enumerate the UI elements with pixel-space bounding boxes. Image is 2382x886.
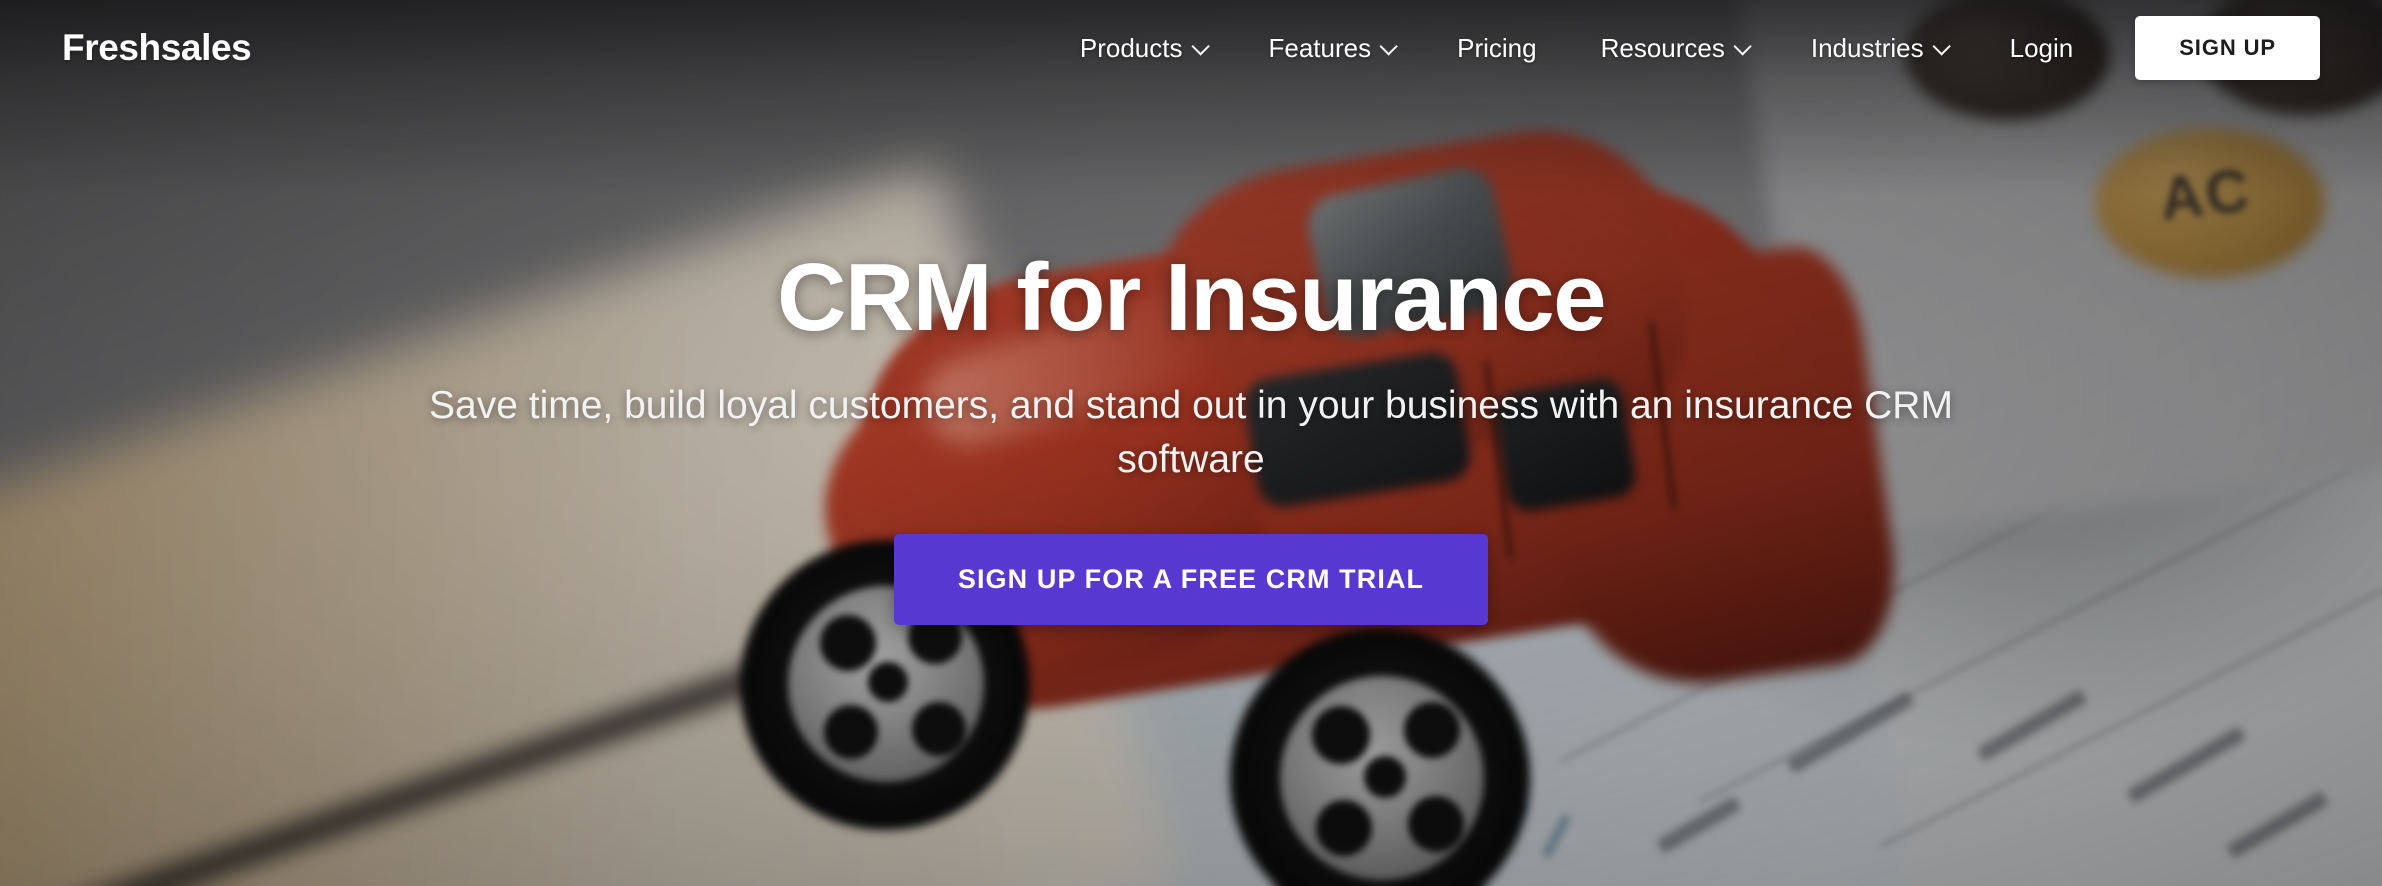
car-rim-hole xyxy=(824,705,878,759)
nav-label: Features xyxy=(1268,32,1372,63)
calculator-ac-label: AC xyxy=(2156,156,2254,233)
chevron-down-icon xyxy=(1190,36,1210,56)
car-rim-hole xyxy=(1316,800,1372,856)
main-navigation: Products Features Pricing Resources Indu… xyxy=(1048,16,2320,80)
hero-subtitle: Save time, build loyal customers, and st… xyxy=(429,383,1953,481)
nav-label: Resources xyxy=(1600,32,1725,63)
nav-label: Industries xyxy=(1810,32,1924,63)
nav-label: Pricing xyxy=(1457,32,1537,63)
car-rim-hole xyxy=(912,702,966,756)
car-rim-hole xyxy=(1404,702,1460,758)
car-rim-hole xyxy=(1408,796,1464,852)
signup-button[interactable]: SIGN UP xyxy=(2135,16,2320,80)
car-rim-hole xyxy=(1312,706,1370,764)
chevron-down-icon xyxy=(1733,36,1752,56)
chevron-down-icon xyxy=(1932,36,1951,56)
free-trial-cta-button[interactable]: SIGN UP FOR A FREE CRM TRIAL xyxy=(893,534,1489,626)
nav-item-industries[interactable]: Industries xyxy=(1779,23,1978,74)
nav-item-login[interactable]: Login xyxy=(1978,23,2106,74)
nav-item-products[interactable]: Products xyxy=(1048,23,1237,74)
nav-item-features[interactable]: Features xyxy=(1237,23,1426,74)
nav-item-resources[interactable]: Resources xyxy=(1569,23,1779,74)
site-header: Freshsales Products Features Pricing Res… xyxy=(0,0,2382,96)
page-title: CRM for Insurance xyxy=(777,244,1606,351)
nav-label: Login xyxy=(2009,32,2074,63)
car-rim-hole xyxy=(868,662,908,702)
hero-section: AC Freshsales Products Features Pricing … xyxy=(0,0,2382,886)
brand-logo[interactable]: Freshsales xyxy=(62,27,252,69)
nav-label: Products xyxy=(1079,32,1183,63)
car-rim-hole xyxy=(820,615,876,671)
car-rim-hole xyxy=(1364,756,1406,798)
nav-item-pricing[interactable]: Pricing xyxy=(1425,23,1568,74)
chevron-down-icon xyxy=(1379,36,1398,56)
